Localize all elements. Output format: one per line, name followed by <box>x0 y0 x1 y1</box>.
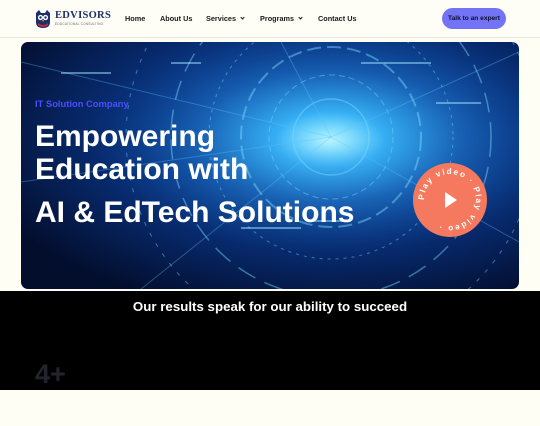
nav-services[interactable]: Services <box>206 14 245 23</box>
hero-title-line-3: AI & EdTech Solutions <box>35 196 355 229</box>
play-video-button[interactable]: Play video · Play video · <box>413 163 487 237</box>
brand-name: EDVISORS <box>55 10 112 21</box>
brand-logo[interactable]: EDVISORS EDUCATIONAL CONSULTING <box>33 9 111 29</box>
hero-title-line-2: Education with <box>35 153 249 186</box>
chevron-down-icon <box>298 15 303 20</box>
brand-tagline: EDUCATIONAL CONSULTING <box>55 22 104 26</box>
site-header: EDVISORS EDUCATIONAL CONSULTING Home Abo… <box>0 0 540 38</box>
hero-banner: IT Solution Company Empowering Education… <box>21 42 519 289</box>
play-video-badge: Play video · Play video · <box>417 167 482 233</box>
play-triangle-icon <box>445 192 457 208</box>
nav-contact-us[interactable]: Contact Us <box>318 14 357 23</box>
results-title: Our results speak for our ability to suc… <box>132 299 408 314</box>
hero-kicker: IT Solution Company <box>35 98 129 109</box>
nav-services-label: Services <box>206 14 237 23</box>
nav-home[interactable]: Home <box>125 14 145 23</box>
hero-title-line-1: Empowering <box>35 120 216 153</box>
nav-about-us-label: About Us <box>160 14 193 23</box>
hero-title: Empowering Education with AI & EdTech So… <box>35 120 354 229</box>
owl-logo-icon <box>36 10 50 28</box>
nav-home-label: Home <box>125 14 146 23</box>
results-section: Our results speak for our ability to suc… <box>0 291 540 390</box>
stat-value: 4+ <box>35 359 66 389</box>
chevron-down-icon <box>240 15 245 20</box>
nav-contact-us-label: Contact Us <box>318 14 357 23</box>
nav-about-us[interactable]: About Us <box>160 14 192 23</box>
talk-to-expert-button[interactable]: Talk to an expert <box>442 8 506 29</box>
nav-programs-label: Programs <box>260 14 295 23</box>
nav-programs[interactable]: Programs <box>260 14 303 23</box>
